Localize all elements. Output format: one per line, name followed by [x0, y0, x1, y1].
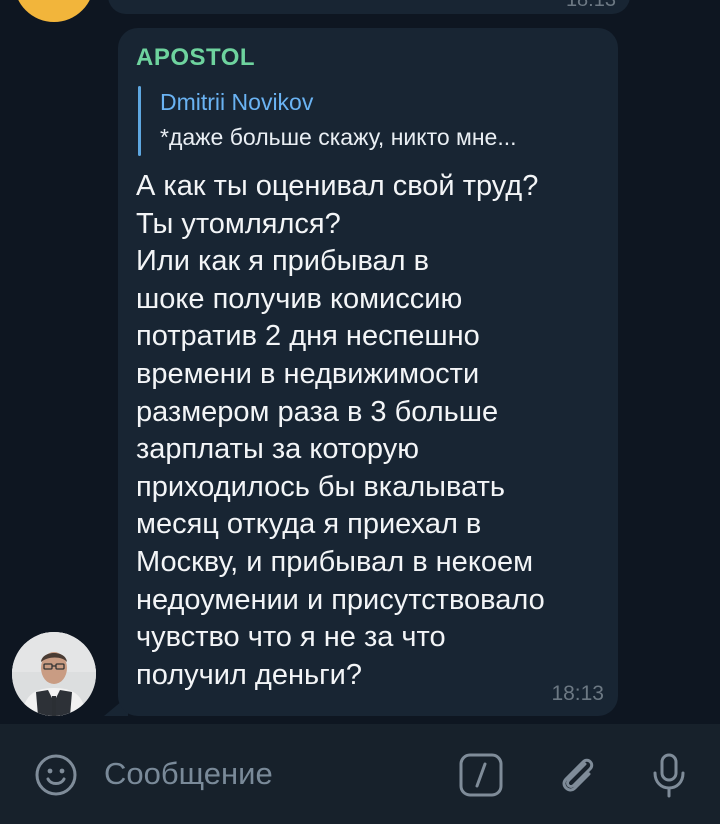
message-line: Москву, и прибывал в некоем: [136, 545, 534, 578]
message-line: Ты утомлялся?: [136, 207, 341, 240]
previous-message-time: 18:13: [565, 0, 616, 11]
reply-text: *даже больше скажу, никто мне...: [160, 124, 517, 150]
message-line: недоумении и присутствовало: [136, 583, 545, 616]
chat-area: 18:13 APOSTOL Dmitrii Novikov *даже боль…: [0, 0, 720, 724]
message-line: А как ты оценивал свой труд?: [136, 170, 539, 202]
message-line: чувство что я не за что: [136, 621, 446, 654]
emoji-icon[interactable]: [31, 750, 81, 800]
reply-preview[interactable]: Dmitrii Novikov *даже больше скажу, никт…: [138, 86, 598, 156]
message-line: размером раза в 3 больше: [136, 395, 499, 428]
message-line: получил деньги?: [136, 658, 362, 691]
reply-author: Dmitrii Novikov: [160, 89, 314, 115]
message-line: зарплаты за которую: [136, 433, 419, 466]
message-line: шоке получив комиссию: [136, 282, 463, 315]
reply-bar: [138, 86, 141, 156]
message-line: приходилось бы вкалывать: [136, 470, 505, 503]
message-input[interactable]: Сообщение: [104, 756, 273, 792]
microphone-icon[interactable]: [644, 750, 694, 800]
message-input-bar: Сообщение: [0, 724, 720, 824]
message-text: А как ты оценивал свой труд? Ты утомлялс…: [136, 168, 606, 694]
sender-avatar[interactable]: [12, 632, 96, 716]
message-line: потратив 2 дня неспешно: [136, 320, 480, 353]
message-bubble[interactable]: APOSTOL Dmitrii Novikov *даже больше ска…: [118, 28, 618, 716]
message-time: 18:13: [551, 682, 604, 705]
message-line: времени в недвижимости: [136, 357, 480, 390]
sender-name[interactable]: APOSTOL: [136, 44, 255, 72]
previous-message-bubble[interactable]: 18:13: [108, 0, 630, 14]
paperclip-icon[interactable]: [552, 750, 602, 800]
message-line: месяц откуда я приехал в: [136, 508, 482, 541]
slash-command-icon[interactable]: [456, 750, 506, 800]
person-photo-icon: [12, 632, 96, 716]
message-line: Или как я прибывал в: [136, 245, 430, 278]
previous-sender-avatar[interactable]: [14, 0, 94, 22]
